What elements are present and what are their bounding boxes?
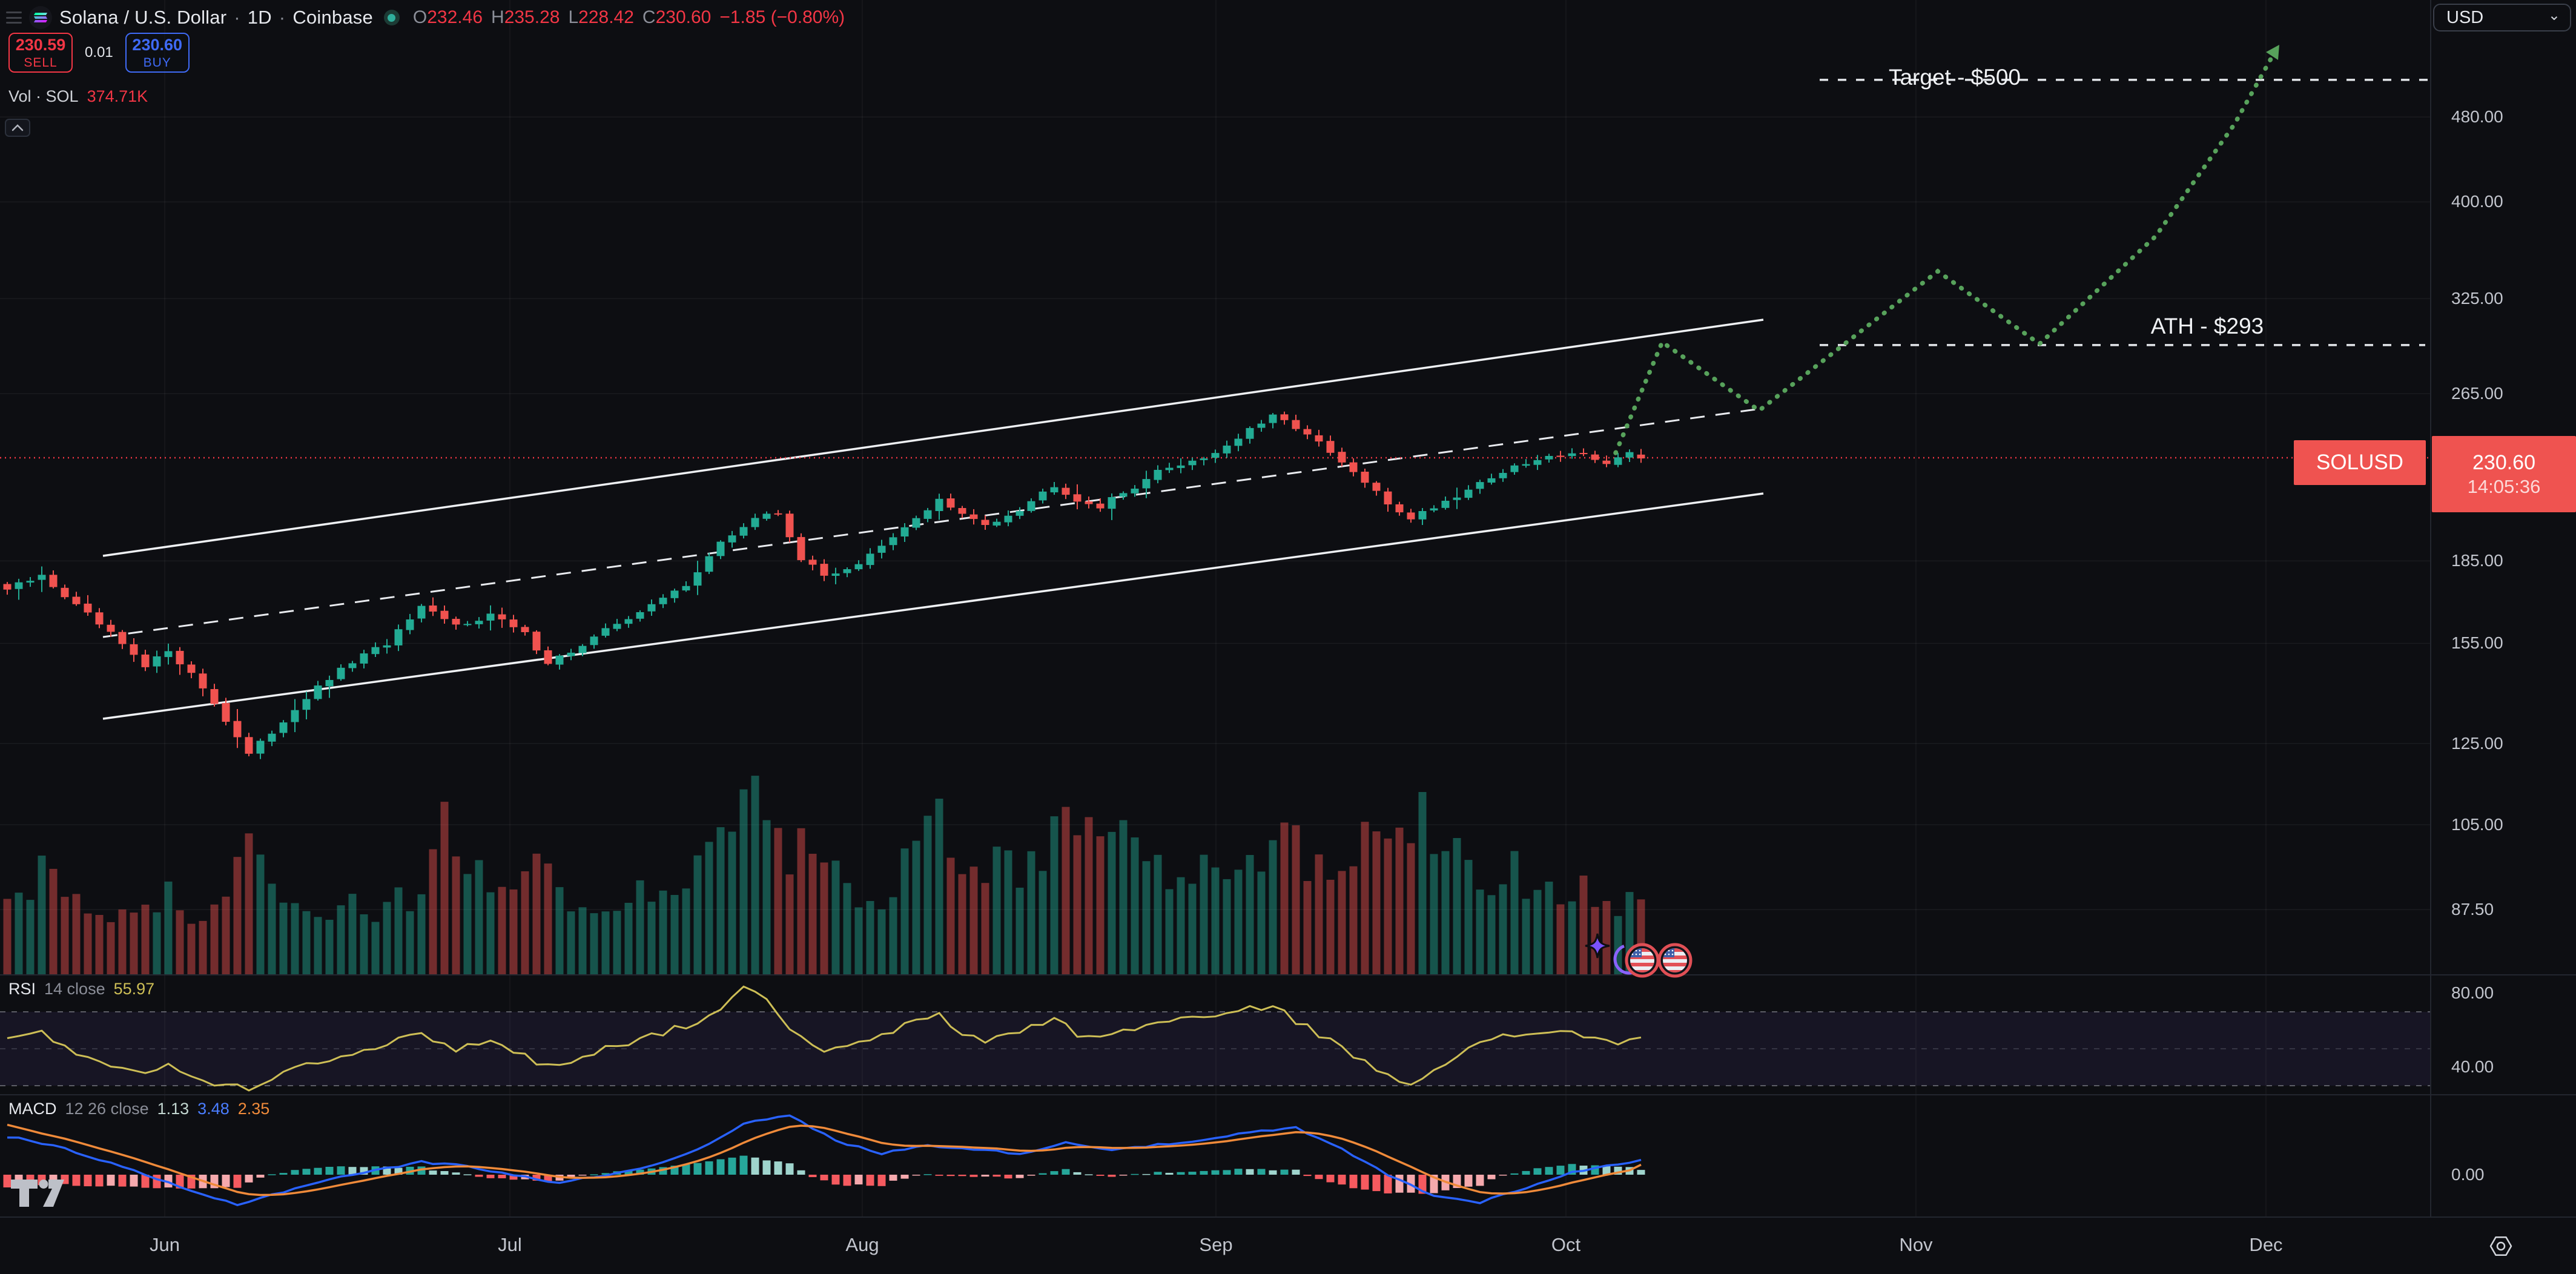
- bar-countdown: 14:05:36: [2468, 476, 2541, 498]
- macd-signal-value: 2.35: [238, 1100, 270, 1118]
- volume-label: Vol · SOL: [8, 87, 79, 106]
- macd-indicator-name[interactable]: MACD: [8, 1100, 57, 1118]
- macd-histogram-value: 1.13: [157, 1100, 190, 1118]
- close-value: 230.60: [656, 7, 712, 27]
- solana-logo-icon: [29, 6, 52, 29]
- rsi-value: 55.97: [114, 980, 155, 998]
- market-status-icon: [384, 10, 400, 25]
- separator: ·: [279, 7, 286, 28]
- symbol-header: Solana / U.S. Dollar · 1D · Coinbase O23…: [6, 5, 845, 30]
- separator: ·: [234, 7, 240, 28]
- chevron-up-icon: [12, 124, 24, 131]
- sparkle-icon[interactable]: [1585, 934, 1610, 958]
- currency-selector[interactable]: USD ⌄: [2433, 4, 2571, 31]
- change-value: −1.85 (−0.80%): [719, 7, 845, 28]
- tradingview-chart-app: Solana / U.S. Dollar · 1D · Coinbase O23…: [0, 0, 2576, 1274]
- settings-gear-icon[interactable]: [2488, 1233, 2514, 1259]
- trade-panel: 230.59 SELL 0.01 230.60 BUY: [8, 33, 190, 73]
- close-label: C: [642, 7, 656, 27]
- buy-button[interactable]: 230.60 BUY: [125, 33, 190, 73]
- sell-label: SELL: [24, 56, 57, 70]
- tradingview-logo[interactable]: [8, 1173, 69, 1211]
- symbol-title[interactable]: Solana / U.S. Dollar: [59, 7, 226, 28]
- rsi-status-row: RSI 14 close 55.97: [8, 980, 154, 998]
- volume-row: Vol · SOL 374.71K: [8, 87, 148, 106]
- current-price: 230.60: [2472, 451, 2535, 475]
- event-markers[interactable]: [1574, 930, 1714, 997]
- buy-label: BUY: [144, 56, 171, 70]
- ohlc-values: O232.46 H235.28 L228.42 C230.60 −1.85 (−…: [413, 7, 845, 28]
- buy-price: 230.60: [132, 36, 182, 54]
- target-annotation[interactable]: Target - $500: [1889, 65, 2021, 90]
- macd-line-value: 3.48: [197, 1100, 230, 1118]
- exchange-label[interactable]: Coinbase: [292, 7, 373, 28]
- low-value: 228.42: [578, 7, 634, 27]
- us-flag-icon[interactable]: [1627, 945, 1658, 976]
- low-label: L: [568, 7, 578, 27]
- volume-value: 374.71K: [87, 87, 148, 106]
- symbol-price-tag: SOLUSD: [2294, 440, 2426, 485]
- current-price-label: 230.60 14:05:36: [2432, 436, 2576, 512]
- macd-params: 12 26 close: [65, 1100, 149, 1118]
- currency-value: USD: [2446, 8, 2483, 28]
- high-label: H: [491, 7, 504, 27]
- chart-canvas[interactable]: [0, 0, 2576, 1274]
- us-flag-icon[interactable]: [1659, 945, 1691, 976]
- high-value: 235.28: [504, 7, 560, 27]
- chevron-down-icon: ⌄: [2548, 7, 2560, 24]
- macd-status-row: MACD 12 26 close 1.13 3.48 2.35: [8, 1100, 269, 1118]
- ath-annotation[interactable]: ATH - $293: [2151, 314, 2264, 339]
- open-label: O: [413, 7, 427, 27]
- interval-label[interactable]: 1D: [248, 7, 272, 28]
- rsi-indicator-name[interactable]: RSI: [8, 980, 36, 998]
- sell-price: 230.59: [16, 36, 66, 54]
- collapse-panel-button[interactable]: [5, 119, 30, 137]
- spread-value: 0.01: [85, 44, 113, 61]
- menu-icon[interactable]: [6, 12, 22, 24]
- rsi-params: 14 close: [44, 980, 105, 998]
- open-value: 232.46: [427, 7, 483, 27]
- sell-button[interactable]: 230.59 SELL: [8, 33, 73, 73]
